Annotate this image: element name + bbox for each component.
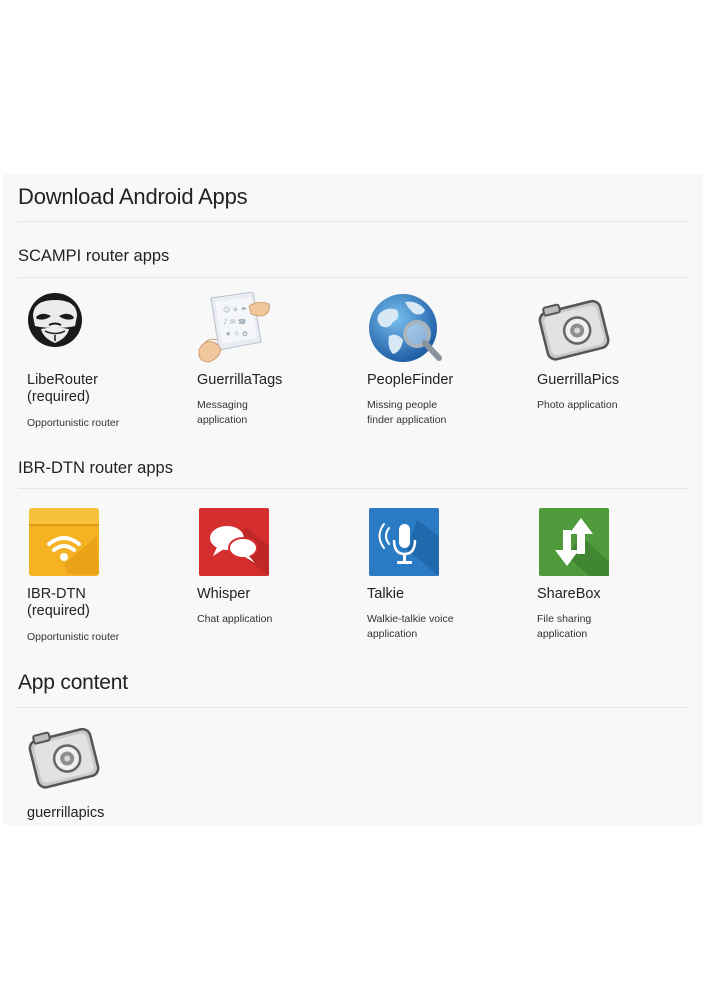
app-description: Opportunistic router <box>27 631 120 643</box>
app-description: Chat application <box>197 613 273 625</box>
app-description: Photo application <box>537 399 618 411</box>
app-description: Walkie-talkie voice application <box>367 613 454 640</box>
app-description: Missing people finder application <box>367 399 447 426</box>
app-description: File sharing application <box>537 613 592 640</box>
app-name[interactable]: ShareBox <box>537 586 687 603</box>
app-name[interactable]: GuerrillaPics <box>537 372 687 389</box>
app-name[interactable]: IBR-DTN (required) <box>27 586 177 619</box>
app-description: Messaging application <box>197 399 248 426</box>
divider <box>18 488 689 489</box>
wifi-box-icon[interactable] <box>27 506 103 582</box>
app-description: Opportunistic router <box>27 417 120 429</box>
page-title: Download Android Apps <box>18 184 248 209</box>
divider <box>18 221 689 222</box>
section-title-ibr-dtn: IBR-DTN router apps <box>18 459 173 477</box>
required-note: (required) <box>27 388 90 405</box>
camera-icon[interactable] <box>27 720 103 796</box>
divider <box>18 707 689 708</box>
app-name[interactable]: PeopleFinder <box>367 372 517 389</box>
arrows-updown-icon[interactable] <box>537 506 613 582</box>
app-name[interactable]: Talkie <box>367 586 517 603</box>
divider <box>18 277 689 278</box>
content-item-name[interactable]: guerrillapics <box>27 805 177 822</box>
required-note: (required) <box>27 602 90 619</box>
tags-icon[interactable]: ☺ ✈ ☂ ♪ ✉ ☎ ★ ☼ ✿ <box>197 292 273 368</box>
svg-text:☺ ✈ ☂: ☺ ✈ ☂ <box>223 306 247 314</box>
svg-text:♪ ✉ ☎: ♪ ✉ ☎ <box>223 318 247 326</box>
globe-magnifier-icon[interactable] <box>367 292 443 368</box>
chat-bubbles-icon[interactable] <box>197 506 273 582</box>
apps-panel: Download Android Apps SCAMPI router apps… <box>3 174 703 825</box>
section-title-scampi: SCAMPI router apps <box>18 247 170 265</box>
app-name[interactable]: Whisper <box>197 586 347 603</box>
microphone-icon[interactable] <box>367 506 443 582</box>
app-name[interactable]: LibeRouter (required) <box>27 372 177 405</box>
app-name[interactable]: GuerrillaTags <box>197 372 347 389</box>
mask-icon[interactable] <box>27 292 103 368</box>
section-title-app-content: App content <box>18 671 128 694</box>
camera-icon[interactable] <box>537 292 613 368</box>
svg-text:★ ☼ ✿: ★ ☼ ✿ <box>225 330 248 338</box>
